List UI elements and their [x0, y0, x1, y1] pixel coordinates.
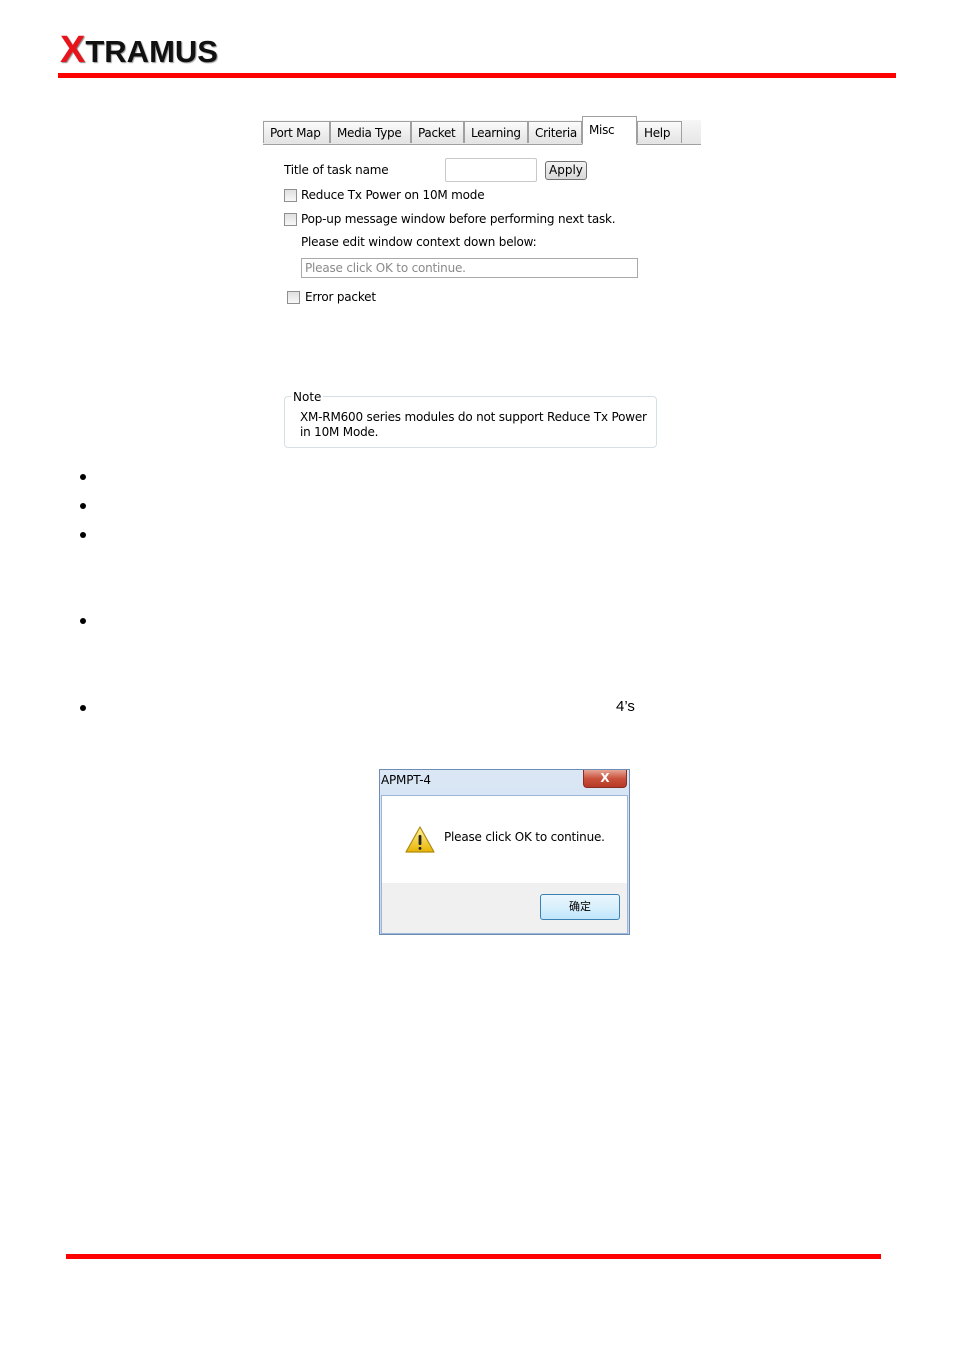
tab-help[interactable]: Help	[637, 121, 682, 143]
error-packet-label: Error packet	[305, 290, 376, 304]
tab-media-type[interactable]: Media Type	[330, 121, 411, 143]
dialog-title: APMPT-4	[381, 773, 431, 787]
error-packet-checkbox[interactable]	[287, 291, 300, 304]
logo-text: TRAMUS	[85, 34, 218, 69]
dialog-body: Please click OK to continue. 确定	[381, 795, 628, 934]
bullet-point	[80, 618, 86, 624]
tab-port-map[interactable]: Port Map	[263, 121, 330, 143]
ok-button[interactable]: 确定	[540, 894, 620, 920]
xtramus-logo: XTRAMUS	[60, 30, 218, 72]
bullet-point	[80, 705, 86, 711]
popup-message-checkbox[interactable]	[284, 213, 297, 226]
warning-icon	[405, 826, 435, 853]
reduce-tx-power-checkbox[interactable]	[284, 189, 297, 202]
bullet-point	[80, 503, 86, 509]
tab-criteria[interactable]: Criteria	[528, 121, 582, 143]
body-text-fragment: 4’s	[616, 698, 635, 715]
footer-divider	[66, 1254, 881, 1259]
tab-packet[interactable]: Packet	[411, 121, 464, 143]
header-divider	[58, 73, 896, 78]
logo-x: X	[60, 29, 86, 71]
note-legend: Note	[291, 390, 324, 404]
tab-learning[interactable]: Learning	[464, 121, 528, 143]
apply-button[interactable]: Apply	[545, 161, 587, 180]
close-button[interactable]: X	[583, 770, 627, 788]
popup-message-input[interactable]: Please click OK to continue.	[301, 258, 638, 278]
dialog-message: Please click OK to continue.	[444, 830, 605, 844]
bullet-point	[80, 474, 86, 480]
edit-context-label: Please edit window context down below:	[301, 235, 537, 249]
close-icon: X	[600, 771, 610, 785]
reduce-tx-power-label: Reduce Tx Power on 10M mode	[301, 188, 485, 202]
note-text: XM-RM600 series modules do not support R…	[300, 410, 647, 439]
bullet-point	[80, 532, 86, 538]
misc-settings-panel: Port Map Media Type Packet Learning Crit…	[263, 116, 701, 456]
title-of-task-name-label: Title of task name	[284, 163, 389, 177]
popup-dialog: APMPT-4 X Please click OK to continue. 确…	[379, 769, 630, 935]
tab-misc[interactable]: Misc	[582, 116, 637, 145]
title-of-task-name-input[interactable]	[445, 158, 537, 182]
popup-message-label: Pop-up message window before performing …	[301, 212, 616, 226]
